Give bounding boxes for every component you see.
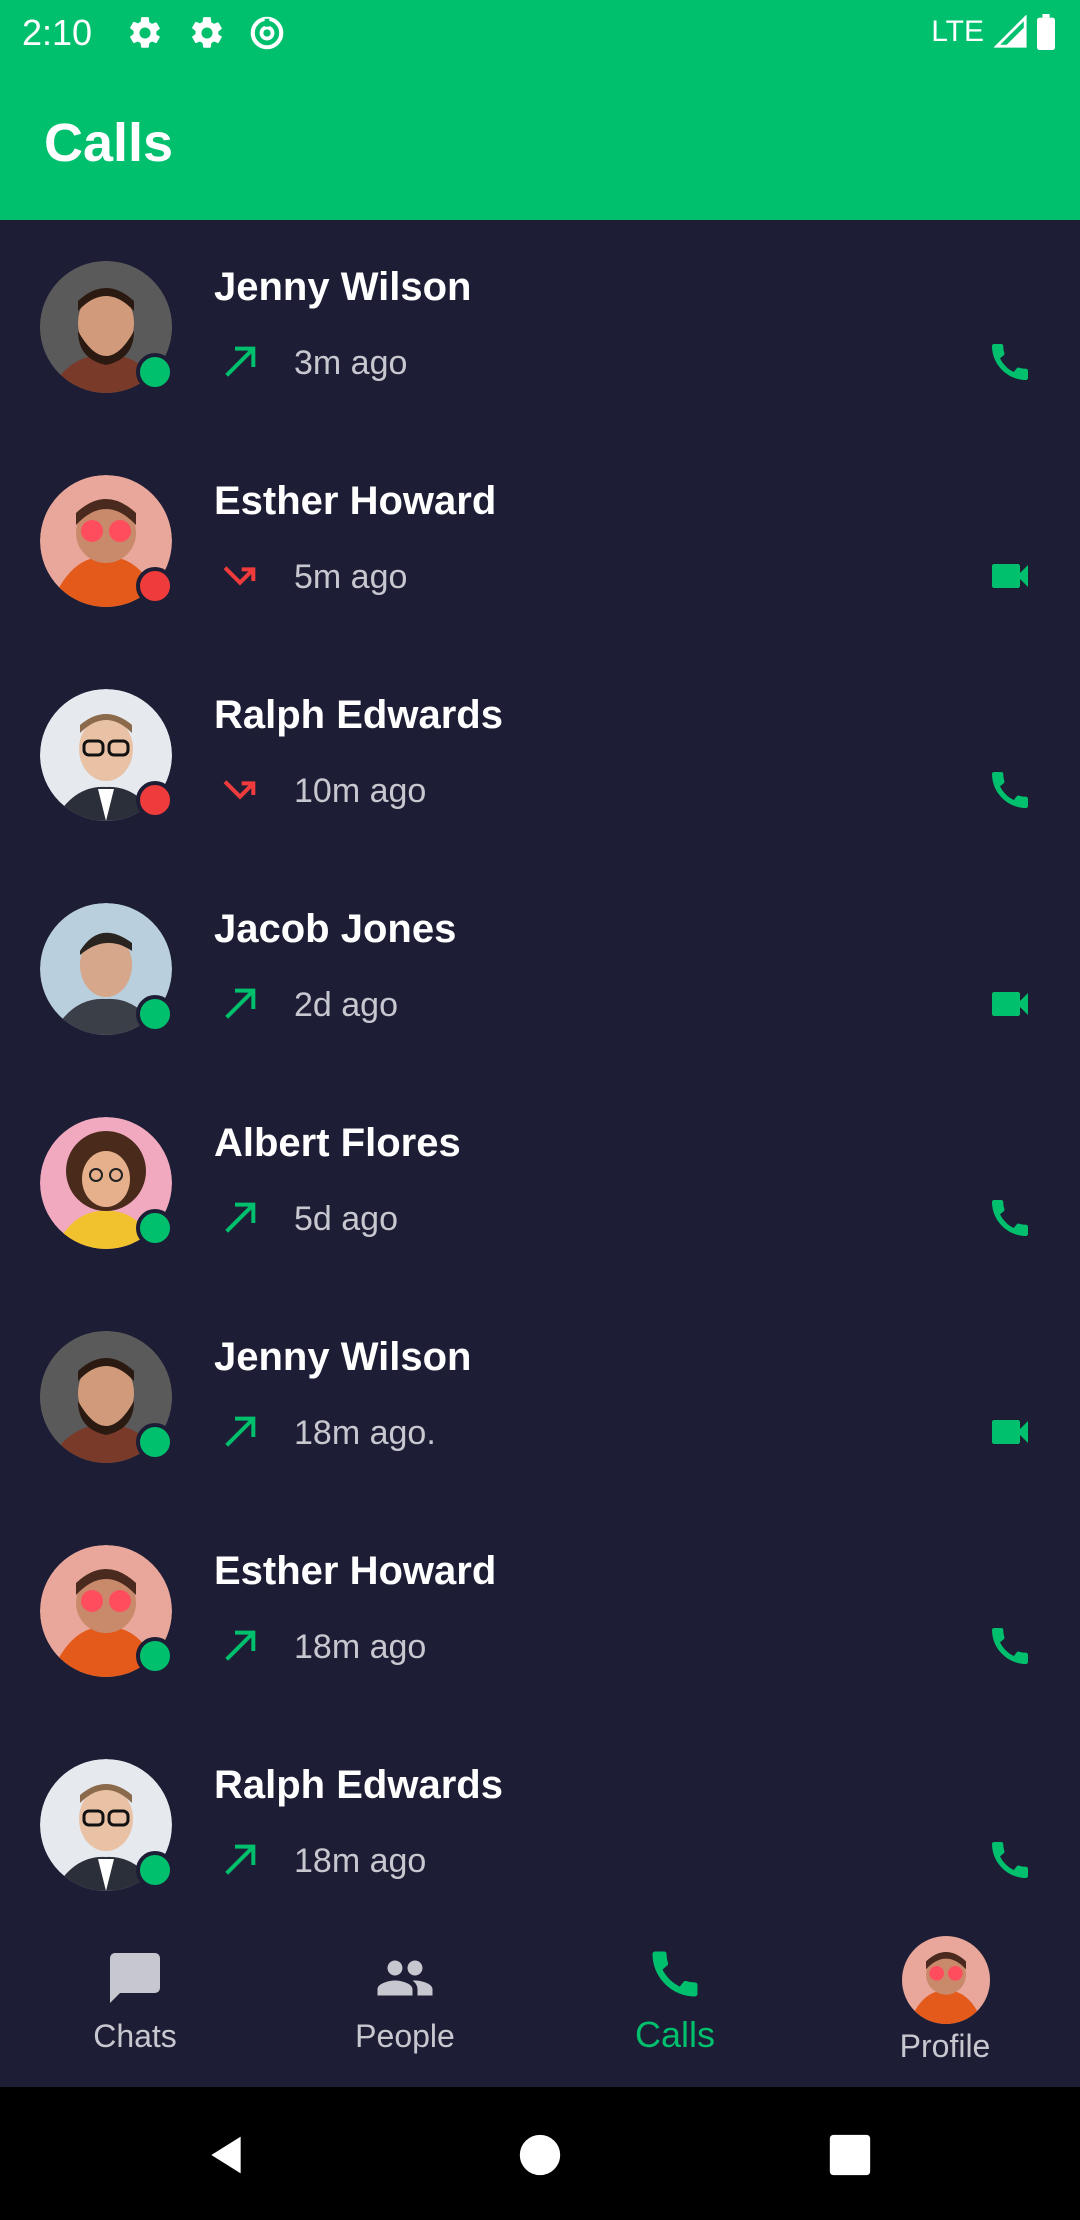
system-navigation-bar (0, 2087, 1080, 2220)
avatar (40, 1759, 174, 1891)
outgoing-call-icon (225, 1630, 256, 1661)
contact-name: Jenny Wilson (214, 265, 472, 309)
contact-name: Esther Howard (214, 1549, 497, 1593)
outgoing-call-icon (225, 1202, 256, 1233)
contact-name: Jenny Wilson (214, 1335, 472, 1379)
status-dot (136, 1209, 174, 1247)
nav-people[interactable]: People (270, 1900, 540, 2087)
call-time: 2d ago (294, 986, 398, 1024)
nav-chats[interactable]: Chats (0, 1900, 270, 2087)
settings-icon (192, 17, 222, 48)
contact-name: Esther Howard (214, 479, 497, 523)
voice-call-icon[interactable] (986, 1194, 1034, 1242)
call-time: 3m ago (294, 344, 408, 382)
people-icon (377, 1960, 433, 1996)
status-dot (136, 353, 174, 391)
nav-calls[interactable]: Calls (540, 1900, 810, 2087)
voice-call-icon[interactable] (986, 766, 1034, 814)
nav-label: Profile (899, 2028, 991, 2064)
recents-icon[interactable] (828, 2133, 872, 2177)
outgoing-call-icon (225, 1416, 256, 1447)
settings-icon (130, 17, 160, 48)
back-icon[interactable] (204, 2133, 248, 2177)
outgoing-call-icon (225, 1844, 256, 1875)
video-call-icon[interactable] (986, 980, 1034, 1028)
profile-avatar (902, 1936, 990, 2024)
call-row[interactable]: Jenny Wilson 18m ago. (0, 1290, 1080, 1504)
call-row[interactable]: Ralph Edwards 10m ago (0, 648, 1080, 862)
avatar (40, 261, 174, 393)
status-bar: 2:10 LTE (0, 0, 1080, 66)
video-call-icon[interactable] (986, 552, 1034, 600)
call-row[interactable]: Esther Howard 5m ago (0, 434, 1080, 648)
signal-icon (994, 15, 1027, 48)
call-time: 18m ago (294, 1628, 427, 1666)
avatar (40, 1545, 174, 1677)
page-title: Calls (44, 113, 174, 173)
app-bar: Calls (0, 66, 1080, 220)
nav-label: Chats (93, 2018, 177, 2054)
avatar (40, 1117, 174, 1249)
data-saver-icon (250, 16, 284, 50)
status-dot (136, 1851, 174, 1889)
bottom-navigation: Chats People Calls Profile (0, 1900, 1080, 2087)
avatar (40, 903, 174, 1035)
nav-label: Calls (634, 2014, 715, 2055)
call-time: 18m ago (294, 1842, 427, 1880)
call-list: Jenny Wilson 3m ago Esther Howard 5m ago (0, 220, 1080, 1900)
home-icon[interactable] (518, 2133, 562, 2177)
call-row[interactable]: Albert Flores 5d ago (0, 1076, 1080, 1290)
phone-icon (652, 1951, 698, 1997)
nav-profile[interactable]: Profile (810, 1900, 1080, 2087)
status-dot (136, 995, 174, 1033)
outgoing-call-icon (225, 988, 256, 1019)
voice-call-icon[interactable] (986, 1836, 1034, 1884)
call-time: 10m ago (294, 772, 427, 810)
status-dot (136, 781, 174, 819)
missed-call-icon (223, 566, 256, 586)
status-dot (136, 567, 174, 605)
status-dot (136, 1423, 174, 1461)
status-time: 2:10 (22, 12, 93, 53)
status-dot (136, 1637, 174, 1675)
contact-name: Albert Flores (214, 1121, 461, 1165)
avatar (40, 475, 174, 607)
video-call-icon[interactable] (986, 1408, 1034, 1456)
battery-icon (1037, 14, 1055, 50)
voice-call-icon[interactable] (986, 338, 1034, 386)
contact-name: Ralph Edwards (214, 1763, 503, 1807)
network-type: LTE (931, 15, 984, 48)
outgoing-call-icon (225, 346, 256, 377)
call-row[interactable]: Jenny Wilson 3m ago (0, 220, 1080, 434)
chat-icon (110, 1953, 160, 2003)
call-row[interactable]: Ralph Edwards 18m ago (0, 1718, 1080, 1900)
voice-call-icon[interactable] (986, 1622, 1034, 1670)
avatar (40, 1331, 174, 1463)
nav-label: People (355, 2018, 455, 2054)
contact-name: Jacob Jones (214, 907, 457, 951)
contact-name: Ralph Edwards (214, 693, 503, 737)
call-time: 5d ago (294, 1200, 398, 1238)
call-row[interactable]: Esther Howard 18m ago (0, 1504, 1080, 1718)
avatar (40, 689, 174, 821)
missed-call-icon (223, 780, 256, 800)
call-time: 18m ago. (294, 1414, 436, 1452)
call-row[interactable]: Jacob Jones 2d ago (0, 862, 1080, 1076)
call-time: 5m ago (294, 558, 408, 596)
